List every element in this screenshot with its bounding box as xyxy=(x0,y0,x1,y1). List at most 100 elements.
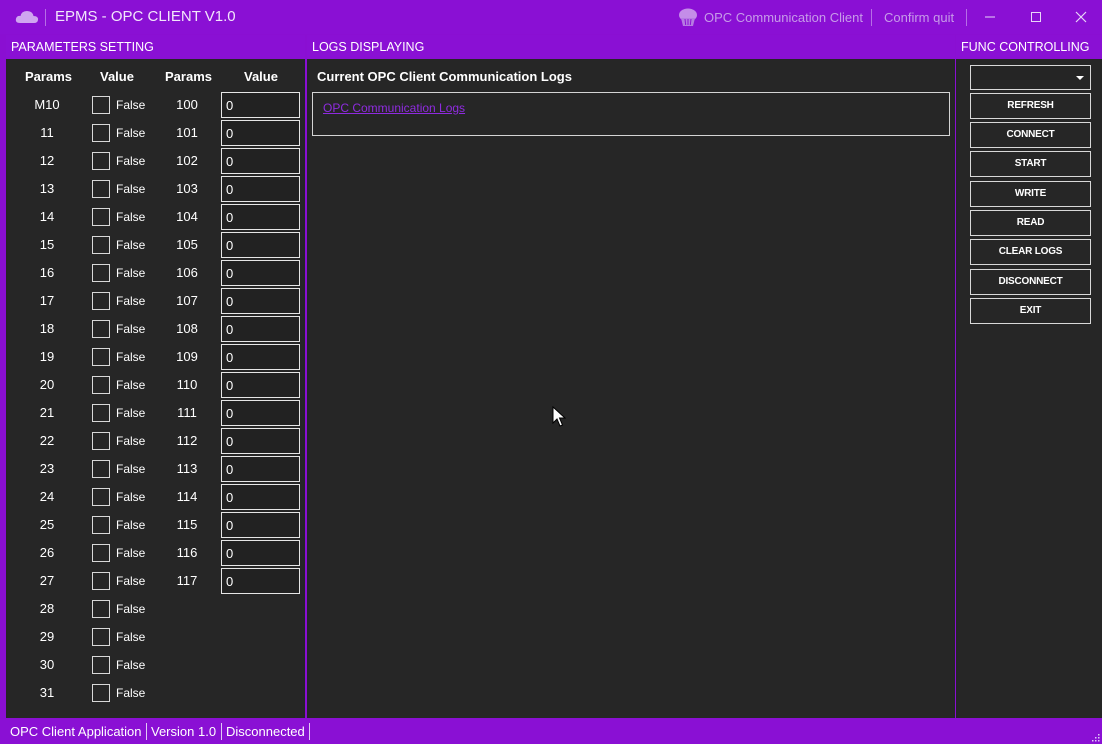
bool-param-checkbox[interactable] xyxy=(92,376,110,394)
bool-param-checkbox[interactable] xyxy=(92,348,110,366)
bool-param-checkbox[interactable] xyxy=(92,124,110,142)
param-row: 25 False 115 xyxy=(8,512,304,538)
bool-param-value: False xyxy=(116,602,146,616)
logs-link[interactable]: OPC Communication Logs xyxy=(323,101,465,115)
exit-button[interactable]: EXIT xyxy=(970,298,1091,324)
bool-param-name: 23 xyxy=(39,461,55,476)
maximize-button[interactable] xyxy=(1013,0,1058,34)
bool-param-value: False xyxy=(116,294,146,308)
num-param-input[interactable] xyxy=(221,288,300,314)
bool-param-name: 24 xyxy=(39,489,55,504)
bool-param-checkbox[interactable] xyxy=(92,516,110,534)
bool-param-checkbox[interactable] xyxy=(92,236,110,254)
logs-body: Current OPC Client Communication Logs OP… xyxy=(309,59,953,718)
func-body: REFRESH CONNECT START WRITE READ CLEAR LOGS DI… xyxy=(958,59,1100,718)
num-param-input[interactable] xyxy=(221,540,300,566)
clear-logs-button[interactable]: CLEAR LOGS xyxy=(970,239,1091,265)
bool-param-checkbox[interactable] xyxy=(92,152,110,170)
bool-param-checkbox[interactable] xyxy=(92,404,110,422)
num-param-input[interactable] xyxy=(221,204,300,230)
num-param-input[interactable] xyxy=(221,148,300,174)
bool-param-name: 31 xyxy=(39,684,55,700)
params-column-header: Params xyxy=(165,69,212,84)
num-param-input[interactable] xyxy=(221,232,300,258)
bool-param-checkbox[interactable] xyxy=(92,96,110,114)
param-row: 17 False 107 xyxy=(8,288,304,314)
title-separator xyxy=(871,9,872,26)
confirm-quit-toggle[interactable]: Confirm quit xyxy=(884,10,954,25)
num-param-input[interactable] xyxy=(221,568,300,594)
bool-param-checkbox[interactable] xyxy=(92,320,110,338)
mouse-cursor-icon xyxy=(552,406,566,427)
func-panel: FUNC CONTROLLING REFRESH CONNECT START WRIT… xyxy=(956,35,1102,718)
status-separator xyxy=(221,723,222,740)
bool-param-checkbox[interactable] xyxy=(92,600,110,618)
num-param-input[interactable] xyxy=(221,372,300,398)
num-param-name: 108 xyxy=(176,321,198,336)
read-button[interactable]: READ xyxy=(970,210,1091,236)
num-param-input[interactable] xyxy=(221,512,300,538)
bool-param-checkbox[interactable] xyxy=(92,460,110,478)
num-param-name: 103 xyxy=(176,181,198,196)
param-row: 24 False 114 xyxy=(8,484,304,510)
param-row: 19 False 109 xyxy=(8,344,304,370)
start-button[interactable]: START xyxy=(970,151,1091,177)
resize-grip-icon[interactable] xyxy=(1090,732,1100,742)
bool-param-value: False xyxy=(116,266,146,280)
num-param-input[interactable] xyxy=(221,120,300,146)
bool-param-checkbox[interactable] xyxy=(92,544,110,562)
bool-param-name: 16 xyxy=(39,265,55,280)
num-param-input[interactable] xyxy=(221,400,300,426)
num-param-input[interactable] xyxy=(221,176,300,202)
num-param-input[interactable] xyxy=(221,456,300,482)
num-param-name: 107 xyxy=(176,293,198,308)
bool-param-checkbox[interactable] xyxy=(92,628,110,646)
num-param-input[interactable] xyxy=(221,484,300,510)
value-column-header: Value xyxy=(100,69,134,84)
bool-param-value: False xyxy=(116,378,146,392)
num-param-name: 115 xyxy=(176,517,198,532)
bool-param-checkbox[interactable] xyxy=(92,208,110,226)
num-param-input[interactable] xyxy=(221,344,300,370)
status-separator xyxy=(146,723,147,740)
num-param-input[interactable] xyxy=(221,260,300,286)
bool-param-checkbox[interactable] xyxy=(92,572,110,590)
num-param-name: 105 xyxy=(176,237,198,252)
bool-param-name: 28 xyxy=(39,601,55,616)
num-param-input[interactable] xyxy=(221,428,300,454)
bool-param-name: 19 xyxy=(39,349,55,364)
write-button[interactable]: WRITE xyxy=(970,181,1091,207)
bool-param-checkbox[interactable] xyxy=(92,264,110,282)
bool-param-value: False xyxy=(116,238,146,252)
num-param-name: 112 xyxy=(176,433,198,448)
status-separator xyxy=(309,723,310,740)
bool-param-value: False xyxy=(116,490,146,504)
num-param-name: 117 xyxy=(176,573,198,588)
bool-param-value: False xyxy=(116,574,146,588)
title-bar[interactable]: EPMS - OPC CLIENT V1.0 OPC Communication… xyxy=(0,0,1102,34)
close-button[interactable] xyxy=(1058,0,1102,34)
bool-param-checkbox[interactable] xyxy=(92,432,110,450)
bool-param-value: False xyxy=(116,462,146,476)
maximize-icon xyxy=(1030,12,1041,22)
connect-button[interactable]: CONNECT xyxy=(970,122,1091,148)
bool-param-value: False xyxy=(116,546,146,560)
num-param-input[interactable] xyxy=(221,92,300,118)
parameters-header: PARAMETERS SETTING xyxy=(6,35,305,59)
function-select[interactable] xyxy=(970,65,1091,90)
minimize-button[interactable] xyxy=(967,0,1012,34)
num-param-input[interactable] xyxy=(221,316,300,342)
bool-param-checkbox[interactable] xyxy=(92,180,110,198)
bool-param-checkbox[interactable] xyxy=(92,292,110,310)
logs-list[interactable]: OPC Communication Logs xyxy=(312,92,950,136)
num-param-name: 100 xyxy=(176,97,198,112)
chevron-down-icon xyxy=(1076,76,1084,80)
num-param-name: 111 xyxy=(177,405,197,420)
disconnect-button[interactable]: DISCONNECT xyxy=(970,269,1091,295)
bool-param-checkbox[interactable] xyxy=(92,488,110,506)
bool-param-checkbox[interactable] xyxy=(92,683,110,702)
client-label: OPC Communication Client xyxy=(704,10,863,25)
param-row: 12 False 102 xyxy=(8,148,304,174)
bool-param-checkbox[interactable] xyxy=(92,656,110,674)
refresh-button[interactable]: REFRESH xyxy=(970,93,1091,119)
